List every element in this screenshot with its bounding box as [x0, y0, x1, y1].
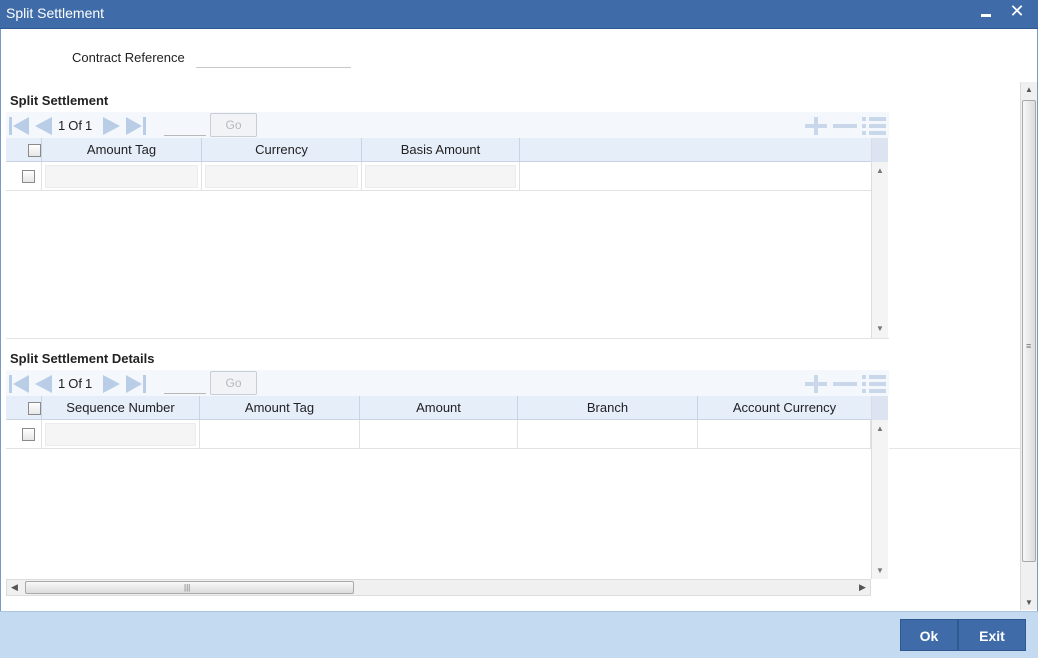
currency-cell: [202, 162, 362, 191]
grip-icon: |||: [184, 583, 191, 592]
previous-page-icon[interactable]: [32, 116, 54, 136]
column-header[interactable]: Amount Tag: [200, 396, 360, 420]
single-view-icon[interactable]: [861, 116, 887, 136]
grid-vertical-scrollbar[interactable]: ▲ ▼: [871, 138, 888, 338]
column-header[interactable]: Amount: [360, 396, 518, 420]
scroll-down-icon[interactable]: ▼: [1025, 598, 1033, 607]
first-page-icon[interactable]: [8, 374, 30, 394]
first-page-icon[interactable]: [8, 116, 30, 136]
footer-bar: Ok Exit: [0, 611, 1038, 658]
sequence-number-cell: [42, 420, 200, 449]
add-row-icon[interactable]: [804, 116, 828, 136]
currency-field[interactable]: [205, 165, 358, 188]
grid-header: Sequence Number Amount Tag Amount Branch…: [6, 396, 871, 420]
branch-cell[interactable]: [518, 420, 698, 449]
single-view-icon[interactable]: [861, 374, 887, 394]
select-all-cell: [6, 396, 42, 420]
split-settlement-grid: Amount Tag Currency Basis Amount ▲ ▼: [6, 138, 889, 339]
scroll-down-icon[interactable]: ▼: [876, 324, 884, 333]
row-select-cell: [6, 420, 42, 449]
select-all-cell: [6, 138, 42, 162]
of-label: Of: [68, 376, 82, 391]
grid-vertical-scrollbar[interactable]: ▲ ▼: [871, 396, 888, 579]
split-settlement-pager: 1 Of 1 Go: [6, 112, 889, 138]
row-checkbox[interactable]: [22, 428, 35, 441]
last-page-icon[interactable]: [125, 116, 147, 136]
scroll-right-icon[interactable]: ▶: [859, 582, 866, 593]
grip-icon: ≡: [1026, 341, 1032, 351]
table-row: [6, 162, 871, 191]
split-settlement-details-grid: Sequence Number Amount Tag Amount Branch…: [6, 396, 889, 579]
current-page: 1: [58, 376, 66, 391]
column-header[interactable]: Basis Amount: [362, 138, 520, 162]
amount-tag-cell: [42, 162, 202, 191]
minimize-icon[interactable]: [975, 2, 997, 24]
add-row-icon[interactable]: [804, 374, 828, 394]
total-pages: 1: [84, 376, 93, 391]
scrollbar-header-block: [872, 138, 888, 162]
page-number-input[interactable]: [164, 373, 206, 394]
go-button[interactable]: Go: [210, 113, 257, 137]
window-title: Split Settlement: [6, 5, 105, 21]
delete-row-icon[interactable]: [832, 374, 858, 394]
scroll-up-icon[interactable]: ▲: [876, 166, 884, 175]
go-button[interactable]: Go: [210, 371, 257, 395]
next-page-icon[interactable]: [101, 116, 123, 136]
ok-button[interactable]: Ok: [900, 619, 958, 651]
scrollbar-thumb[interactable]: ≡: [1022, 100, 1036, 562]
delete-row-icon[interactable]: [832, 116, 858, 136]
scroll-up-icon[interactable]: ▲: [1025, 85, 1033, 94]
contract-reference-label: Contract Reference: [72, 50, 185, 65]
amount-cell[interactable]: [360, 420, 518, 449]
exit-button[interactable]: Exit: [958, 619, 1026, 651]
contract-reference-input[interactable]: [196, 46, 351, 68]
scroll-down-icon[interactable]: ▼: [876, 566, 884, 575]
scrollbar-header-block: [872, 396, 888, 420]
table-row: [6, 420, 871, 449]
of-label: Of: [68, 118, 82, 133]
select-all-checkbox[interactable]: [28, 402, 41, 415]
grid-header: Amount Tag Currency Basis Amount: [6, 138, 871, 162]
row-select-cell: [6, 162, 42, 191]
page-info: 1 Of 1: [58, 118, 95, 133]
column-header[interactable]: Currency: [202, 138, 362, 162]
column-header[interactable]: Account Currency: [698, 396, 871, 420]
basis-amount-cell: [362, 162, 520, 191]
page-number-input[interactable]: [164, 115, 206, 136]
column-header[interactable]: Amount Tag: [42, 138, 202, 162]
page-info: 1 Of 1: [58, 376, 95, 391]
split-settlement-details-pager: 1 Of 1 Go: [6, 370, 889, 396]
split-settlement-title: Split Settlement: [10, 93, 109, 108]
window-vertical-scrollbar[interactable]: ▲ ≡ ▼: [1020, 82, 1037, 610]
basis-amount-field[interactable]: [365, 165, 516, 188]
current-page: 1: [58, 118, 66, 133]
column-header[interactable]: Sequence Number: [42, 396, 200, 420]
scroll-up-icon[interactable]: ▲: [876, 424, 884, 433]
amount-tag-cell[interactable]: [200, 420, 360, 449]
next-page-icon[interactable]: [101, 374, 123, 394]
account-currency-cell[interactable]: [698, 420, 871, 449]
sequence-number-field[interactable]: [45, 423, 196, 446]
scroll-left-icon[interactable]: ◀: [11, 582, 18, 593]
row-checkbox[interactable]: [22, 170, 35, 183]
select-all-checkbox[interactable]: [28, 144, 41, 157]
grid-horizontal-scrollbar[interactable]: ◀ ||| ▶: [6, 579, 871, 596]
scrollbar-thumb[interactable]: |||: [25, 581, 354, 594]
last-page-icon[interactable]: [125, 374, 147, 394]
close-icon[interactable]: ✕: [1006, 2, 1028, 24]
total-pages: 1: [84, 118, 93, 133]
title-bar: Split Settlement ✕: [0, 0, 1038, 29]
amount-tag-field[interactable]: [45, 165, 198, 188]
divider: [889, 448, 1020, 449]
split-settlement-details-title: Split Settlement Details: [10, 351, 155, 366]
previous-page-icon[interactable]: [32, 374, 54, 394]
column-header[interactable]: Branch: [518, 396, 698, 420]
